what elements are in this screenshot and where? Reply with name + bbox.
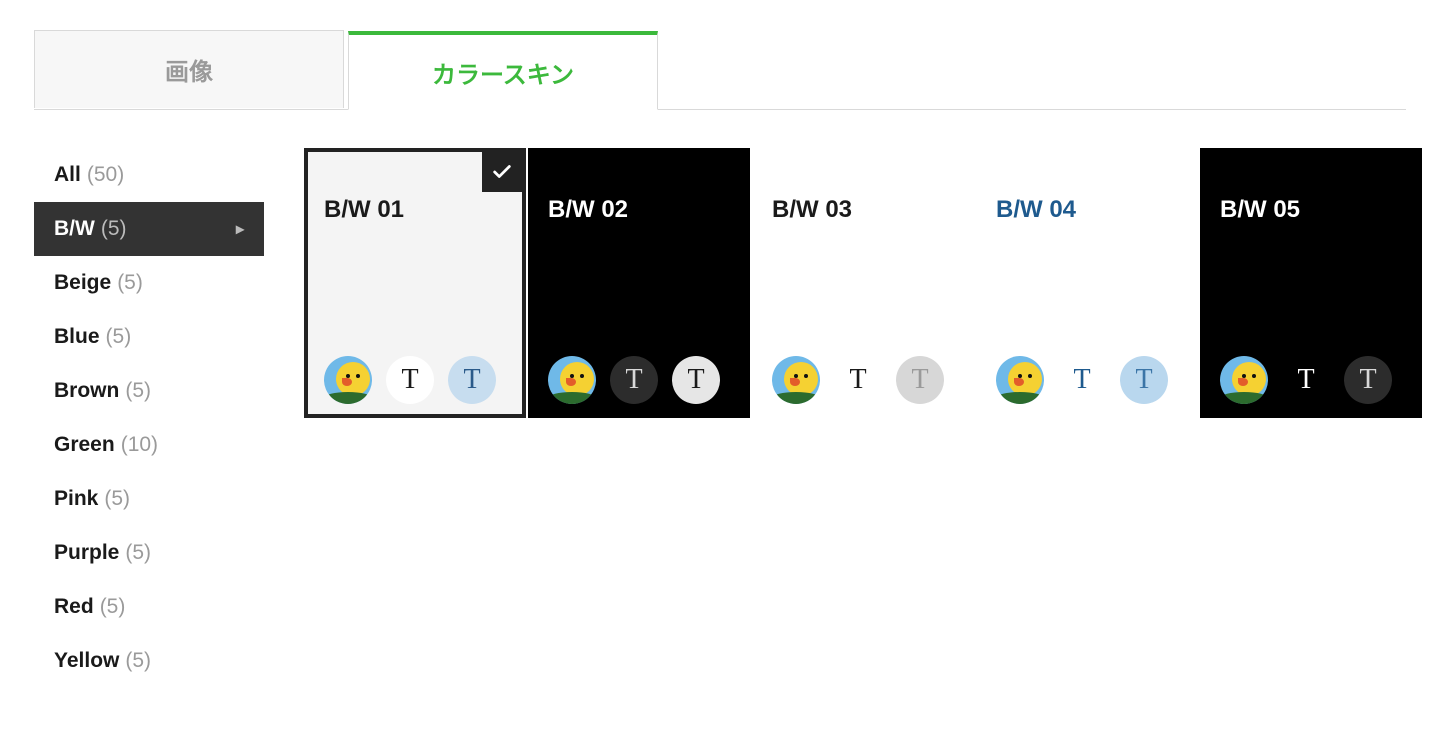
skin-card-preview-row: TT (996, 356, 1182, 404)
sidebar-item-label: B/W (54, 217, 95, 241)
chevron-right-icon: ▸ (236, 219, 244, 239)
sidebar-item-count: (5) (100, 595, 126, 619)
sidebar-item-blue[interactable]: Blue (5) (34, 310, 264, 364)
sidebar-item-label: Green (54, 433, 115, 457)
sidebar-item-pink[interactable]: Pink (5) (34, 472, 264, 526)
sidebar-item-green[interactable]: Green (10) (34, 418, 264, 472)
sidebar-item-label: Blue (54, 325, 100, 349)
sidebar-item-red[interactable]: Red (5) (34, 580, 264, 634)
skin-card-title: B/W 03 (772, 196, 958, 224)
skin-card-title: B/W 02 (548, 196, 734, 224)
text-style-preview-icon: T (1058, 356, 1106, 404)
sidebar-item-count: (5) (104, 487, 130, 511)
skin-card[interactable]: B/W 03 TT (752, 148, 974, 418)
skin-card-title: B/W 05 (1220, 196, 1406, 224)
text-style-preview-icon: T (448, 356, 496, 404)
avatar-icon (324, 356, 372, 404)
sidebar-item-label: Pink (54, 487, 98, 511)
skin-card-preview-row: TT (548, 356, 734, 404)
text-style-preview-icon: T (672, 356, 720, 404)
check-icon (482, 152, 522, 192)
sidebar-item-label: Brown (54, 379, 119, 403)
sidebar-item-brown[interactable]: Brown (5) (34, 364, 264, 418)
sidebar-item-count: (5) (125, 541, 151, 565)
sidebar: All (50) B/W (5) ▸ Beige (5) Blue (5) Br… (34, 148, 264, 688)
sidebar-item-count: (10) (121, 433, 158, 457)
sidebar-item-label: Yellow (54, 649, 119, 673)
tab-label: 画像 (165, 52, 213, 87)
skin-card-preview-row: TT (772, 356, 958, 404)
text-style-preview-icon: T (1282, 356, 1330, 404)
sidebar-item-count: (5) (117, 271, 143, 295)
tabs: 画像 カラースキン (34, 30, 1406, 110)
tab-color-skin[interactable]: カラースキン (348, 31, 658, 110)
skin-grid: B/W 01TTB/W 02TTB/W 03TTB/W 04TTB/W 05TT (264, 148, 1422, 688)
tab-label: カラースキン (432, 55, 574, 90)
sidebar-item-count: (5) (101, 217, 127, 241)
sidebar-item-label: Red (54, 595, 94, 619)
sidebar-item-label: Beige (54, 271, 111, 295)
sidebar-item-count: (5) (125, 379, 151, 403)
sidebar-item-purple[interactable]: Purple (5) (34, 526, 264, 580)
avatar-icon (1220, 356, 1268, 404)
avatar-icon (548, 356, 596, 404)
skin-card-title: B/W 01 (324, 196, 510, 224)
text-style-preview-icon: T (386, 356, 434, 404)
sidebar-item-all[interactable]: All (50) (34, 148, 264, 202)
text-style-preview-icon: T (896, 356, 944, 404)
sidebar-item-count: (5) (106, 325, 132, 349)
sidebar-item-bw[interactable]: B/W (5) ▸ (34, 202, 264, 256)
sidebar-item-label: Purple (54, 541, 119, 565)
text-style-preview-icon: T (610, 356, 658, 404)
sidebar-item-label: All (54, 163, 81, 187)
tab-images[interactable]: 画像 (34, 30, 344, 108)
avatar-icon (772, 356, 820, 404)
text-style-preview-icon: T (1120, 356, 1168, 404)
skin-card[interactable]: B/W 02 TT (528, 148, 750, 418)
sidebar-item-count: (5) (125, 649, 151, 673)
text-style-preview-icon: T (1344, 356, 1392, 404)
skin-card[interactable]: B/W 05 TT (1200, 148, 1422, 418)
sidebar-item-yellow[interactable]: Yellow (5) (34, 634, 264, 688)
skin-card[interactable]: B/W 01 TT (304, 148, 526, 418)
skin-card-preview-row: TT (324, 356, 510, 404)
sidebar-item-count: (50) (87, 163, 124, 187)
skin-card-preview-row: TT (1220, 356, 1406, 404)
sidebar-item-beige[interactable]: Beige (5) (34, 256, 264, 310)
skin-card[interactable]: B/W 04 TT (976, 148, 1198, 418)
skin-card-title: B/W 04 (996, 196, 1182, 224)
text-style-preview-icon: T (834, 356, 882, 404)
avatar-icon (996, 356, 1044, 404)
